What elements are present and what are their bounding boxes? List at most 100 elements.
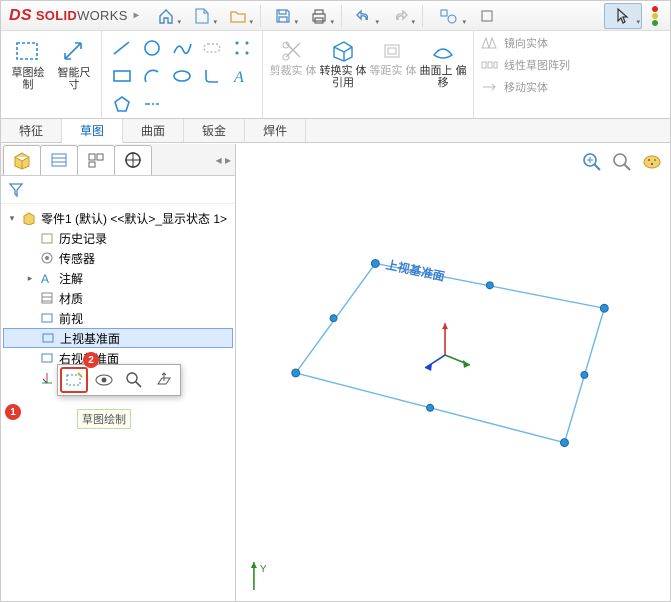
title-bar: DS SOLIDWORKS ▸ ▾ ▾ ▾ ▾ ▾ ▾ ▾ ▾ ▾ bbox=[1, 1, 670, 31]
centerline-tool[interactable] bbox=[138, 91, 166, 117]
tree-material[interactable]: 材质 bbox=[3, 288, 233, 308]
rectangle-tool[interactable] bbox=[108, 63, 136, 89]
svg-text:A: A bbox=[41, 272, 49, 285]
line-tool[interactable] bbox=[108, 35, 136, 61]
panel-tab-feature-tree[interactable] bbox=[3, 145, 41, 175]
tab-sheetmetal[interactable]: 钣金 bbox=[184, 119, 245, 142]
logo-ds: DS bbox=[9, 7, 32, 25]
mirror-entities-button[interactable]: 镜向实体 bbox=[480, 35, 570, 51]
plane-label-text: 上视基准面 bbox=[385, 257, 447, 284]
tab-sketch[interactable]: 草图 bbox=[62, 119, 123, 143]
sketch-button-label: 草图绘 制 bbox=[12, 67, 45, 91]
offset-entities-button[interactable]: 等距实 体 bbox=[369, 35, 417, 114]
move-label: 移动实体 bbox=[504, 79, 548, 95]
home-button[interactable]: ▾ bbox=[149, 3, 183, 29]
spline-tool[interactable] bbox=[168, 35, 196, 61]
svg-text:A: A bbox=[233, 69, 244, 86]
tree-front-plane[interactable]: 前视 bbox=[3, 308, 233, 328]
plane-mid-handle[interactable] bbox=[427, 404, 434, 411]
linear-pattern-button[interactable]: 线性草图阵列 bbox=[480, 57, 570, 73]
point-tool[interactable] bbox=[228, 35, 256, 61]
tree-annotations-label: 注解 bbox=[59, 270, 83, 287]
undo-button[interactable]: ▾ bbox=[347, 3, 381, 29]
tree-top-plane[interactable]: 上视基准面 bbox=[3, 328, 233, 348]
panel-nav-arrows[interactable]: ◂ ▸ bbox=[216, 153, 235, 167]
tree-annotations[interactable]: ▸A注解 bbox=[3, 268, 233, 288]
smart-dimension-button[interactable]: 智能尺 寸 bbox=[53, 35, 95, 114]
polygon-tool[interactable] bbox=[108, 91, 136, 117]
text-tool[interactable]: A bbox=[228, 63, 256, 89]
logo-dropdown-icon[interactable]: ▸ bbox=[134, 10, 139, 21]
convert-label: 转换实 体引用 bbox=[319, 65, 367, 89]
circle-tool[interactable] bbox=[138, 35, 166, 61]
plane-handle[interactable] bbox=[560, 439, 568, 447]
sketch-button[interactable]: 草图绘 制 bbox=[7, 35, 49, 114]
plane-handle[interactable] bbox=[371, 259, 379, 267]
context-normal-to-button[interactable] bbox=[150, 367, 178, 393]
plane-mid-handle[interactable] bbox=[581, 371, 588, 378]
context-zoom-button[interactable] bbox=[120, 367, 148, 393]
pattern-label: 线性草图阵列 bbox=[504, 57, 570, 73]
callout-badge-1: 1 bbox=[5, 404, 21, 420]
tree-sensors-label: 传感器 bbox=[59, 250, 95, 267]
logo-solid: SOLID bbox=[36, 8, 77, 23]
redo-button[interactable]: ▾ bbox=[383, 3, 417, 29]
app-logo: DS SOLIDWORKS ▸ bbox=[1, 7, 141, 25]
tab-features[interactable]: 特征 bbox=[1, 119, 62, 142]
tree-history[interactable]: 历史记录 bbox=[3, 228, 233, 248]
tree-front-label: 前视 bbox=[59, 310, 83, 327]
offset-label: 等距实 体 bbox=[369, 65, 416, 77]
context-sketch-button[interactable] bbox=[60, 367, 88, 393]
panel-tab-dimxpert[interactable] bbox=[114, 145, 152, 175]
viewport-svg: 上视基准面 Y bbox=[236, 144, 670, 599]
qat-separator bbox=[341, 5, 342, 27]
ribbon-group-transform: 镜向实体 线性草图阵列 移动实体 bbox=[474, 31, 576, 118]
ribbon-group-draw: A bbox=[102, 31, 263, 118]
qat-separator bbox=[422, 5, 423, 27]
graphics-area[interactable]: 上视基准面 Y bbox=[236, 144, 670, 601]
plane-handle[interactable] bbox=[292, 369, 300, 377]
select-cursor-button[interactable]: ▾ bbox=[604, 3, 642, 29]
qat-separator bbox=[260, 5, 261, 27]
ribbon-group-modify: 剪裁实 体 转换实 体引用 等距实 体 曲面上 偏移 bbox=[263, 31, 474, 118]
panel-tab-config[interactable] bbox=[77, 145, 115, 175]
tree-root[interactable]: ▾零件1 (默认) <<默认>_显示状态 1> bbox=[3, 208, 233, 228]
surface-offset-label: 曲面上 偏移 bbox=[419, 65, 467, 89]
plane-mid-handle[interactable] bbox=[486, 282, 493, 289]
feature-manager-panel: ◂ ▸ ▾零件1 (默认) <<默认>_显示状态 1> 历史记录 传感器 ▸A注… bbox=[1, 144, 236, 601]
tab-surface[interactable]: 曲面 bbox=[123, 119, 184, 142]
plane-mid-handle[interactable] bbox=[330, 315, 337, 322]
panel-tabs: ◂ ▸ bbox=[1, 144, 235, 176]
smart-dimension-label: 智能尺 寸 bbox=[58, 67, 91, 91]
tab-weldment[interactable]: 焊件 bbox=[245, 119, 306, 142]
slot-tool[interactable] bbox=[198, 35, 226, 61]
logo-works: WORKS bbox=[77, 8, 128, 23]
mirror-label: 镜向实体 bbox=[504, 35, 548, 51]
save-button[interactable]: ▾ bbox=[266, 3, 300, 29]
offset-on-surface-button[interactable]: 曲面上 偏移 bbox=[419, 35, 467, 114]
new-button[interactable]: ▾ bbox=[185, 3, 219, 29]
tree-material-label: 材质 bbox=[59, 290, 83, 307]
open-button[interactable]: ▾ bbox=[221, 3, 255, 29]
context-show-button[interactable] bbox=[90, 367, 118, 393]
ribbon-tabs: 特征 草图 曲面 钣金 焊件 bbox=[1, 119, 670, 143]
fillet-tool[interactable] bbox=[198, 63, 226, 89]
plane-handle[interactable] bbox=[600, 304, 608, 312]
arc-tool[interactable] bbox=[138, 63, 166, 89]
status-traffic-icon bbox=[648, 3, 662, 29]
rebuild-button[interactable] bbox=[470, 3, 504, 29]
context-toolbar bbox=[57, 364, 181, 396]
print-button[interactable]: ▾ bbox=[302, 3, 336, 29]
ribbon: 草图绘 制 智能尺 寸 A 剪裁实 体 转换实 体引 bbox=[1, 31, 670, 119]
move-entities-button[interactable]: 移动实体 bbox=[480, 79, 570, 95]
tree-sensors[interactable]: 传感器 bbox=[3, 248, 233, 268]
trim-entities-button[interactable]: 剪裁实 体 bbox=[269, 35, 317, 114]
selection-filter-button[interactable]: ▾ bbox=[428, 3, 468, 29]
plane-outline bbox=[296, 263, 605, 442]
filter-icon[interactable] bbox=[7, 181, 25, 199]
tree-top-label: 上视基准面 bbox=[60, 330, 120, 347]
tree-root-label: 零件1 (默认) <<默认>_显示状态 1> bbox=[41, 210, 227, 227]
panel-tab-property[interactable] bbox=[40, 145, 78, 175]
convert-entities-button[interactable]: 转换实 体引用 bbox=[319, 35, 367, 114]
ellipse-tool[interactable] bbox=[168, 63, 196, 89]
